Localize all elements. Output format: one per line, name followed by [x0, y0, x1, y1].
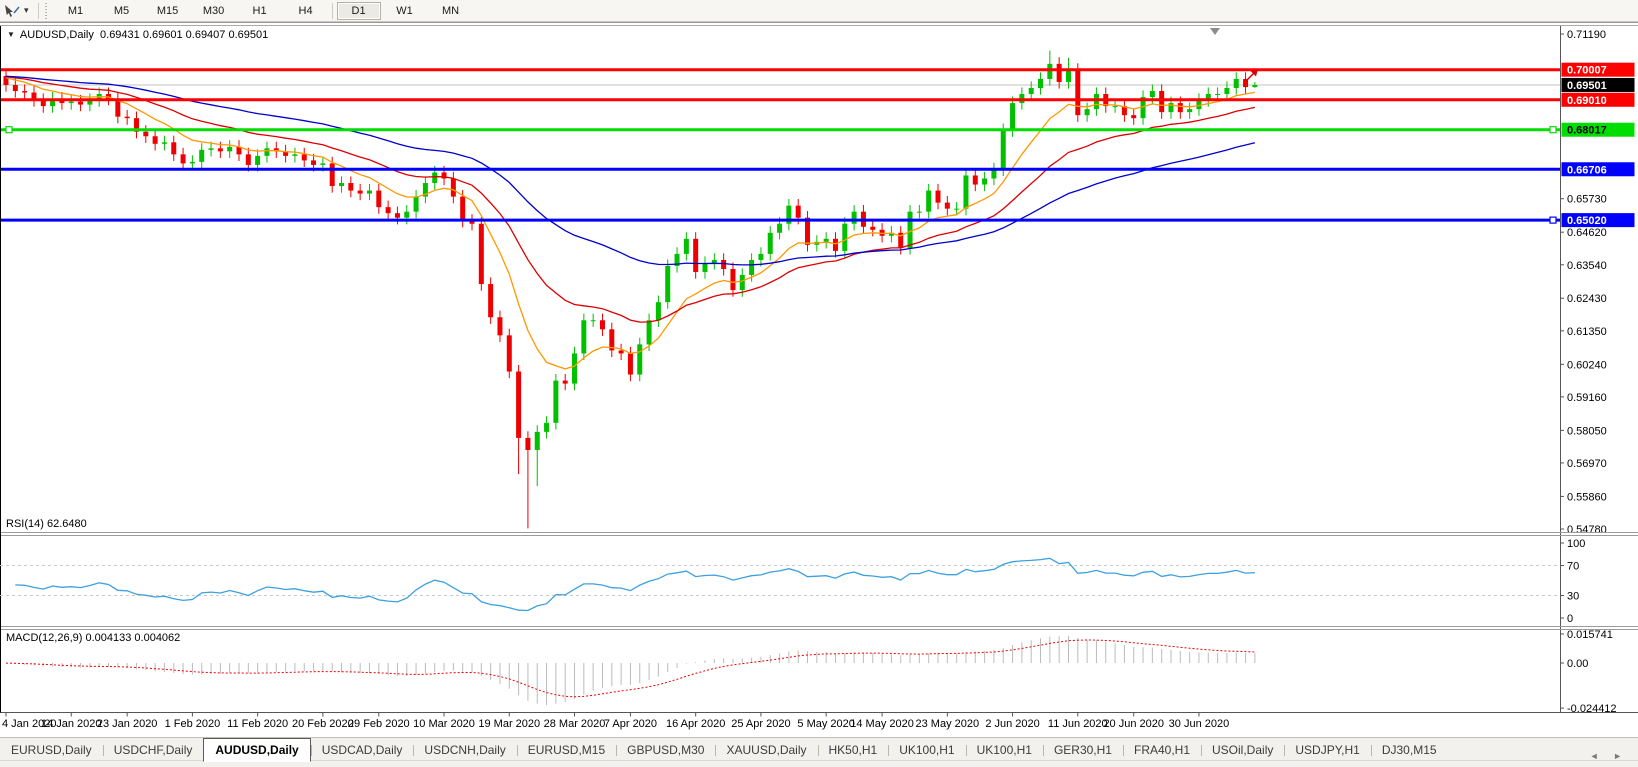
svg-text:25 Apr 2020: 25 Apr 2020: [731, 718, 790, 730]
chart-window: ▼ AUDUSD,Daily 0.69431 0.69601 0.69407 0.…: [0, 22, 1638, 737]
rsi-pane: 100 70 30 0: [0, 538, 1585, 625]
svg-text:0.59160: 0.59160: [1567, 392, 1607, 404]
collapse-triangle-icon[interactable]: ▼: [7, 30, 15, 39]
charts-toolbar-button[interactable]: ▾: [0, 0, 35, 21]
svg-text:0.55860: 0.55860: [1567, 491, 1607, 503]
svg-text:1 Feb 2020: 1 Feb 2020: [165, 718, 221, 730]
toolbar-separator: [37, 2, 39, 19]
svg-text:0.62430: 0.62430: [1567, 293, 1607, 305]
macd-pane: 0.015741 0.00 -0.024412: [5, 629, 1617, 715]
svg-text:0.60240: 0.60240: [1567, 359, 1607, 371]
svg-text:29 Feb 2020: 29 Feb 2020: [348, 718, 410, 730]
date-axis: 4 Jan 202014 Jan 202023 Jan 2020 1 Feb 20…: [2, 712, 1230, 730]
timeframe-toolbar: ▾ M1 M5 M15 M30 H1 H4 D1 W1 MN: [0, 0, 1638, 22]
chart-symbol-title: AUDUSD,Daily: [19, 29, 94, 41]
svg-text:0.56970: 0.56970: [1567, 458, 1607, 470]
svg-text:-0.024412: -0.024412: [1567, 703, 1617, 715]
svg-text:11 Jun 2020: 11 Jun 2020: [1048, 718, 1108, 730]
timeframe-button-w1[interactable]: W1: [383, 2, 427, 20]
svg-text:0.61350: 0.61350: [1567, 326, 1607, 338]
toolbar-separator: [331, 2, 333, 19]
timeframe-button-mn[interactable]: MN: [429, 2, 473, 20]
svg-text:0.71190: 0.71190: [1567, 29, 1606, 41]
timeframe-button-m15[interactable]: M15: [146, 2, 190, 20]
svg-text:16 Apr 2020: 16 Apr 2020: [666, 718, 725, 730]
chart-tabs-list: EURUSD,Daily USDCHF,Daily AUDUSD,Daily USDC…: [0, 738, 1448, 762]
chevron-down-icon[interactable]: ▾: [24, 5, 29, 16]
chart-tab-uk100-h1[interactable]: UK100,H1: [888, 740, 965, 761]
chart-area[interactable]: 0.71190 0.65730 0.64620 0.63540 0.62430 0.613…: [0, 25, 1638, 737]
svg-text:100: 100: [1567, 538, 1585, 550]
svg-text:0.69010: 0.69010: [1567, 95, 1607, 107]
svg-text:0.00: 0.00: [1567, 658, 1588, 670]
svg-text:0.66706: 0.66706: [1567, 164, 1607, 176]
svg-text:0: 0: [1567, 613, 1573, 625]
chart-pointer-icon: [5, 4, 20, 17]
svg-text:0.68017: 0.68017: [1567, 125, 1607, 137]
chart-tab-hk50-h1[interactable]: HK50,H1: [817, 740, 889, 761]
candles: [3, 50, 1258, 529]
svg-text:11 Feb 2020: 11 Feb 2020: [227, 718, 288, 730]
svg-text:0.63540: 0.63540: [1567, 260, 1607, 272]
timeframe-buttons: M1 M5 M15 M30 H1 H4 D1 W1 MN: [53, 1, 474, 20]
timeframe-button-d1[interactable]: D1: [336, 1, 381, 20]
svg-text:20 Jun 2020: 20 Jun 2020: [1103, 718, 1164, 730]
svg-text:23 May 2020: 23 May 2020: [916, 718, 980, 730]
chart-tab-audusd-daily[interactable]: AUDUSD,Daily: [203, 738, 311, 762]
price-axis: 0.71190 0.65730 0.64620 0.63540 0.62430 0.613…: [1560, 25, 1635, 713]
svg-text:0.015741: 0.015741: [1567, 629, 1613, 641]
svg-text:23 Jan 2020: 23 Jan 2020: [97, 718, 158, 730]
chart-tab-usdchf-daily[interactable]: USDCHF,Daily: [102, 740, 204, 761]
timeframe-button-m5[interactable]: M5: [100, 2, 144, 20]
chart-tab-usdcnh-daily[interactable]: USDCNH,Daily: [413, 740, 516, 761]
chart-tab-uk100-h1[interactable]: UK100,H1: [965, 740, 1043, 761]
pane-frame: [0, 25, 1638, 713]
svg-text:28 Mar 2020: 28 Mar 2020: [544, 718, 606, 730]
timeframe-button-m1[interactable]: M1: [54, 2, 98, 20]
chart-tab-gbpusd-m30[interactable]: GBPUSD,M30: [616, 740, 715, 761]
rsi-indicator-label: RSI(14) 62.6480: [6, 518, 87, 530]
mt4-terminal: ▾ M1 M5 M15 M30 H1 H4 D1 W1 MN ▼ AUDUSD,Daily 0.6…: [0, 0, 1638, 767]
svg-text:0.70007: 0.70007: [1567, 65, 1607, 77]
chart-ohlc-readout: ▼ AUDUSD,Daily 0.69431 0.69601 0.69407 0.…: [7, 29, 268, 41]
svg-text:0.65020: 0.65020: [1567, 215, 1607, 227]
svg-text:19 Mar 2020: 19 Mar 2020: [478, 718, 540, 730]
svg-text:0.69501: 0.69501: [1567, 80, 1607, 92]
svg-text:14 May 2020: 14 May 2020: [850, 718, 914, 730]
timeframe-button-m30[interactable]: M30: [192, 2, 236, 20]
svg-text:5 May 2020: 5 May 2020: [797, 718, 854, 730]
macd-indicator-label: MACD(12,26,9) 0.004133 0.004062: [6, 632, 181, 644]
chart-ohlc-values: 0.69431 0.69601 0.69407 0.69501: [100, 29, 269, 41]
chart-tab-dj30-m15[interactable]: DJ30,M15: [1370, 740, 1448, 761]
svg-text:20 Feb 2020: 20 Feb 2020: [292, 718, 354, 730]
chart-tab-eurusd-m15[interactable]: EURUSD,M15: [516, 740, 616, 761]
svg-text:0.64620: 0.64620: [1567, 227, 1607, 239]
svg-text:2 Jun 2020: 2 Jun 2020: [985, 718, 1039, 730]
svg-text:0.58050: 0.58050: [1567, 425, 1607, 437]
svg-text:0.65730: 0.65730: [1567, 194, 1607, 206]
chart-tab-fra40-h1[interactable]: FRA40,H1: [1122, 740, 1201, 761]
chart-tab-ger30-h1[interactable]: GER30,H1: [1042, 740, 1123, 761]
svg-text:14 Jan 2020: 14 Jan 2020: [41, 718, 102, 730]
chart-tab-usdjpy-h1[interactable]: USDJPY,H1: [1284, 740, 1370, 761]
timeframe-button-h4[interactable]: H4: [284, 2, 328, 20]
svg-text:30: 30: [1567, 591, 1579, 603]
svg-text:10 Mar 2020: 10 Mar 2020: [413, 718, 475, 730]
chart-tab-usdcad-daily[interactable]: USDCAD,Daily: [310, 740, 414, 761]
ma-lines: [5, 75, 1256, 370]
toolbar-grip[interactable]: [43, 2, 49, 19]
chart-shift-marker: [1210, 28, 1220, 35]
chart-tab-eurusd-daily[interactable]: EURUSD,Daily: [0, 740, 103, 761]
svg-text:0.54780: 0.54780: [1567, 524, 1607, 536]
chart-tab-xauusd-daily[interactable]: XAUUSD,Daily: [715, 740, 817, 761]
chart-tab-usoil-daily[interactable]: USOil,Daily: [1201, 740, 1284, 761]
svg-text:7 Apr 2020: 7 Apr 2020: [604, 718, 657, 730]
svg-text:70: 70: [1567, 561, 1579, 573]
timeframe-button-h1[interactable]: H1: [238, 2, 282, 20]
svg-text:30 Jun 2020: 30 Jun 2020: [1169, 718, 1230, 730]
chart-tabs: EURUSD,Daily USDCHF,Daily AUDUSD,Daily USDC…: [0, 737, 1638, 762]
